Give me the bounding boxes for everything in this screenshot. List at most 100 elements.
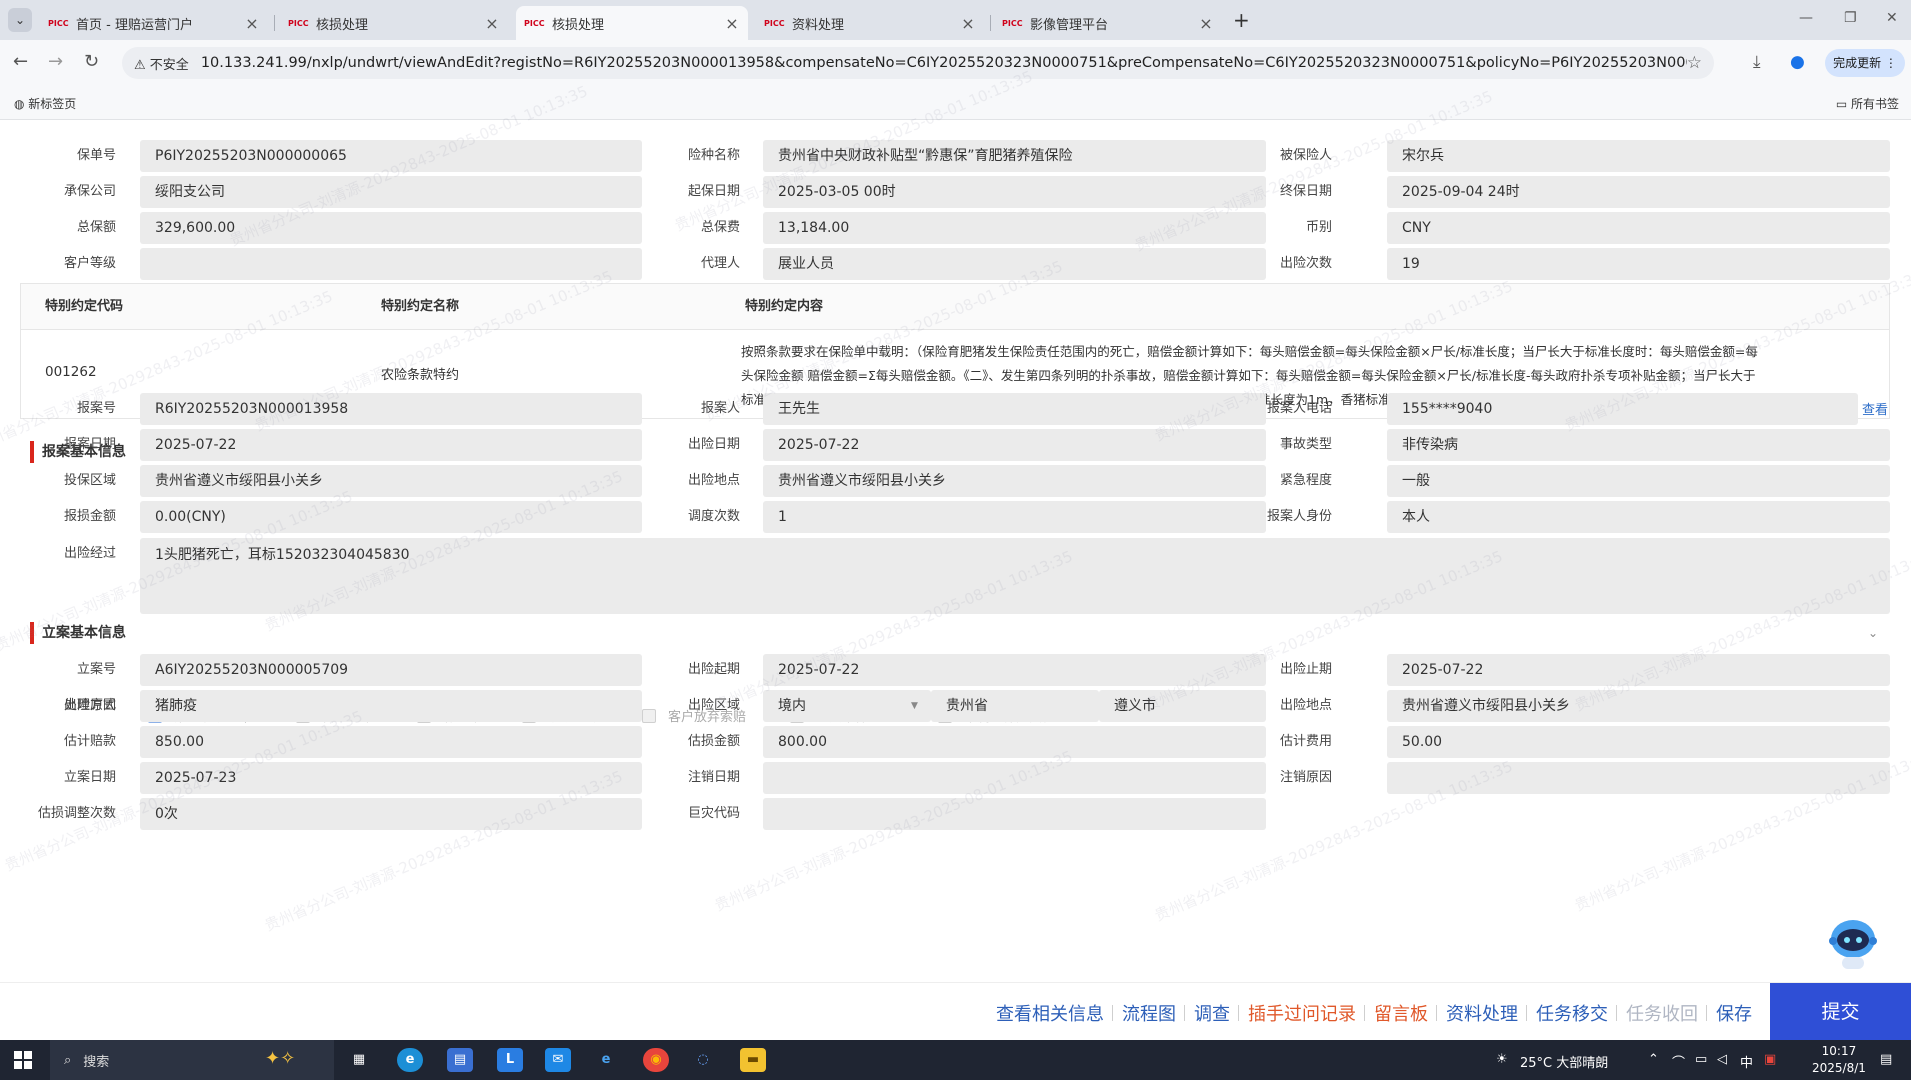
document-processing-button[interactable]: 资料处理 (1446, 1000, 1518, 1026)
update-button[interactable]: 完成更新 ⋮ (1825, 49, 1905, 77)
file-explorer-icon[interactable]: ▬ (740, 1048, 766, 1072)
close-icon[interactable]: × (1198, 14, 1214, 33)
task-view-icon[interactable]: ▦ (346, 1048, 372, 1072)
est-fee-label: 估计费用 (1279, 734, 1332, 749)
loss-region-label: 出险区域 (687, 698, 740, 713)
column-header: 特别约定内容 (693, 284, 1889, 329)
windows-start-icon[interactable] (14, 1051, 32, 1069)
claim-no-label: 立案号 (76, 662, 116, 677)
tab-loss-review-2[interactable]: PICC 核损处理 × (516, 6, 748, 40)
currency-field: CNY (1387, 212, 1890, 244)
regist-no-label: 报案号 (76, 401, 116, 416)
action-divider (1616, 1005, 1617, 1021)
mail-icon[interactable]: ✉ (545, 1048, 571, 1072)
volume-icon[interactable]: ◁ (1717, 1052, 1727, 1067)
tab-label: 影像管理平台 (1030, 17, 1109, 33)
picc-favicon-icon: PICC (48, 18, 69, 28)
intervention-record-button[interactable]: 插手过问记录 (1248, 1000, 1356, 1026)
submit-button[interactable]: 提交 (1770, 983, 1911, 1041)
restore-icon[interactable]: ❐ (1844, 10, 1857, 26)
forward-icon[interactable]: → (48, 51, 63, 72)
tray-chevron-icon[interactable]: ⌃ (1648, 1052, 1659, 1067)
tab-loss-review-1[interactable]: PICC 核损处理 × (280, 6, 508, 40)
profile-icon[interactable]: ● (1790, 52, 1805, 72)
task-recall-button[interactable]: 任务收回 (1626, 1000, 1698, 1026)
loss-end-field: 2025-07-22 (1387, 654, 1890, 686)
loss-place-label: 出险地点 (687, 473, 740, 488)
special-name-cell: 农险条款特约 (381, 368, 460, 383)
collapse-chevron-icon[interactable]: ⌄ (1868, 626, 1878, 640)
address-bar[interactable]: ⚠ 不安全 10.133.241.99/nxlp/undwrt/viewAndE… (122, 47, 1714, 79)
bookmark-all[interactable]: ▭ 所有书签 (1836, 95, 1899, 112)
weather-text[interactable]: 25°C 大部晴朗 (1520, 1052, 1608, 1071)
investigate-button[interactable]: 调查 (1194, 1000, 1230, 1026)
chat-icon[interactable]: ◌ (690, 1048, 716, 1072)
tab-divider (274, 15, 275, 31)
region-select[interactable]: 境内 ▼ (763, 690, 931, 722)
bookmark-new-tab[interactable]: ◍ 新标签页 (14, 95, 76, 112)
picc-favicon-icon: PICC (524, 18, 545, 28)
security-tray-icon[interactable]: ▣ (1764, 1052, 1776, 1067)
network-icon[interactable]: ⌒ (1672, 1052, 1685, 1071)
sum-insured-label: 总保额 (76, 220, 116, 235)
tab-image-platform[interactable]: PICC 影像管理平台 × (994, 6, 1222, 40)
tab-home[interactable]: PICC 首页 - 理赔运营门户 × (40, 6, 268, 40)
claim-date-label: 立案日期 (63, 770, 116, 785)
loss-process-textarea[interactable]: 1头肥猪死亡，耳标152032304045830 (140, 538, 1890, 614)
tab-label: 首页 - 理赔运营门户 (76, 17, 193, 33)
accident-type-field: 非传染病 (1387, 429, 1890, 461)
new-tab-icon[interactable]: + (1233, 8, 1250, 32)
app-l-icon[interactable]: L (497, 1048, 523, 1072)
edge-icon[interactable]: e (397, 1048, 423, 1072)
task-transfer-button[interactable]: 任务移交 (1536, 1000, 1608, 1026)
taskbar-search[interactable]: ⌕ 搜索 ✦✧ (50, 1040, 334, 1080)
close-icon[interactable]: × (960, 14, 976, 33)
download-icon[interactable]: ⤓ (1753, 52, 1761, 72)
adjust-count-field: 0次 (140, 798, 642, 830)
cancel-date-label: 注销日期 (687, 770, 740, 785)
action-divider (1706, 1005, 1707, 1021)
message-board-button[interactable]: 留言板 (1374, 1000, 1428, 1026)
not-secure-badge[interactable]: ⚠ 不安全 (134, 54, 189, 73)
tab-documents[interactable]: PICC 资料处理 × (756, 6, 984, 40)
urgency-field: 一般 (1387, 465, 1890, 497)
policy-no-field: P6IY20255203N000000065 (140, 140, 642, 172)
close-icon[interactable]: × (724, 14, 740, 33)
agent-label: 代理人 (700, 256, 740, 271)
browser-toolbar: ← → ↻ ⚠ 不安全 10.133.241.99/nxlp/undwrt/vi… (0, 40, 1911, 86)
close-icon[interactable]: × (244, 14, 260, 33)
loss-cause-label: 出险原因 (63, 698, 116, 713)
notification-icon[interactable]: ▤ (1880, 1052, 1892, 1067)
agent-field: 展业人员 (763, 248, 1266, 280)
flowchart-button[interactable]: 流程图 (1122, 1000, 1176, 1026)
ie-icon[interactable]: e (593, 1048, 619, 1072)
window-close-icon[interactable]: ✕ (1886, 10, 1898, 26)
view-phone-link[interactable]: 查看 (1862, 399, 1888, 418)
assistant-robot-icon[interactable] (1825, 913, 1881, 973)
reload-icon[interactable]: ↻ (84, 51, 99, 72)
view-related-info-button[interactable]: 查看相关信息 (996, 1000, 1104, 1026)
save-button[interactable]: 保存 (1716, 1000, 1752, 1026)
store-icon[interactable]: ▤ (447, 1048, 473, 1072)
url-text[interactable]: 10.133.241.99/nxlp/undwrt/viewAndEdit?re… (201, 55, 1687, 71)
column-header: 特别约定代码 (21, 284, 357, 329)
column-header: 特别约定名称 (357, 284, 693, 329)
est-payment-field: 850.00 (140, 726, 642, 758)
tab-search-icon[interactable]: ⌄ (8, 8, 32, 32)
system-clock[interactable]: 10:17 2025/8/1 (1812, 1043, 1866, 1077)
minimize-icon[interactable]: — (1799, 10, 1813, 26)
chrome-icon[interactable]: ◉ (643, 1048, 669, 1072)
start-date-field: 2025-03-05 00时 (763, 176, 1266, 208)
bookmark-star-icon[interactable]: ☆ (1687, 53, 1702, 73)
close-icon[interactable]: × (484, 14, 500, 33)
back-icon[interactable]: ← (13, 51, 28, 72)
report-date-field: 2025-07-22 (140, 429, 642, 461)
premium-label: 总保费 (700, 220, 740, 235)
ime-indicator[interactable]: 中 (1740, 1052, 1753, 1071)
display-icon[interactable]: ▭ (1695, 1052, 1707, 1067)
loss-start-label: 出险起期 (687, 662, 740, 677)
company-field: 绥阳支公司 (140, 176, 642, 208)
action-divider (1436, 1005, 1437, 1021)
browser-window: ⌄ PICC 首页 - 理赔运营门户 × PICC 核损处理 × PICC 核损… (0, 0, 1911, 1080)
est-loss-field: 800.00 (763, 726, 1266, 758)
